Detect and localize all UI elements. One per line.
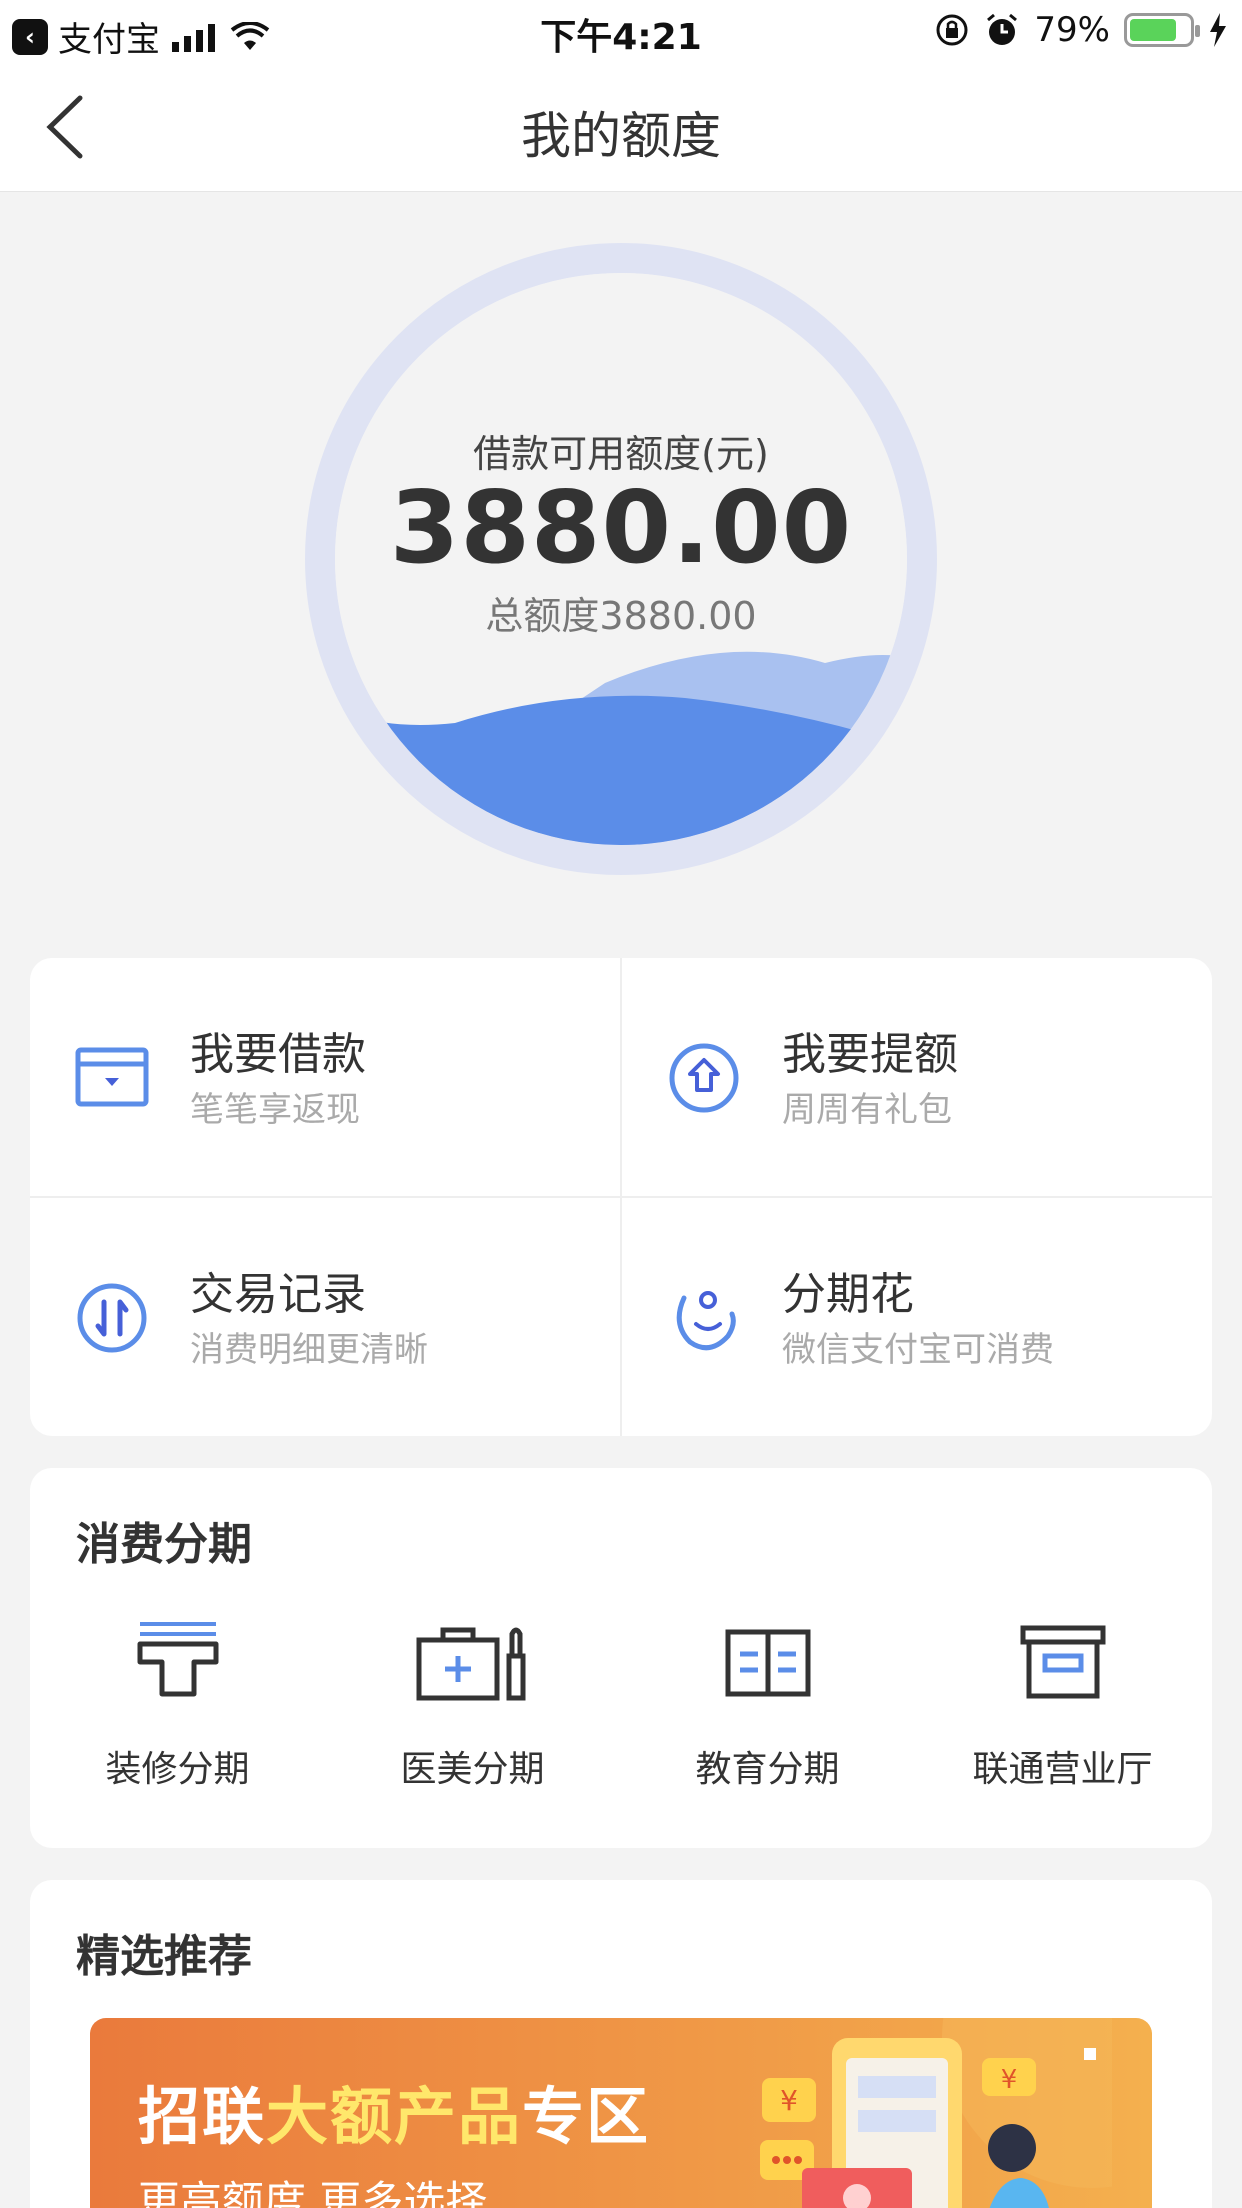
recommend-section: 精选推荐 招联大额产品专区 更高额度 更多选择 ¥ ¥ [30,1880,1212,2208]
medical-kit-icon [416,1627,525,1701]
charging-icon [1210,13,1226,47]
action-title: 我要借款 [190,1029,366,1080]
medical-beauty-installment[interactable]: 医美分期 [325,1618,620,1818]
arrow-up-circle-icon [669,1043,739,1113]
renovation-installment[interactable]: 装修分期 [30,1618,325,1818]
credit-ring: 借款可用额度(元) 3880.00 总额度3880.00 [305,243,937,875]
action-subtitle: 周周有礼包 [782,1090,952,1130]
section-title: 精选推荐 [76,1931,252,1982]
action-title: 交易记录 [190,1269,366,1320]
transactions-action[interactable]: 交易记录 消费明细更清晰 [30,1198,620,1437]
smile-moon-icon [676,1291,736,1351]
card-icon [75,1047,149,1107]
action-grid: 我要借款 笔笔享返现 我要提额 周周有礼包 交易记录 消费明细更清晰 分期花 微… [30,958,1212,1436]
paint-roller-icon [137,1622,218,1697]
battery-percent: 79% [1034,10,1110,50]
status-bar: ‹ 支付宝 下午4:21 79% [0,0,1242,62]
svg-text:¥: ¥ [1001,2065,1018,2095]
alarm-icon [987,13,1018,45]
promo-banner[interactable]: 招联大额产品专区 更高额度 更多选择 ¥ ¥ [90,2018,1152,2208]
action-subtitle: 笔笔享返现 [190,1090,360,1130]
installment-section: 消费分期 装修分期 医美分期 教育分期 联通营业厅 [30,1468,1212,1848]
installment-label: 医美分期 [400,1749,545,1790]
installment-label: 教育分期 [695,1749,840,1790]
action-subtitle: 微信支付宝可消费 [782,1330,1054,1370]
available-amount: 3880.00 [389,469,853,586]
raise-limit-action[interactable]: 我要提额 周周有礼包 [622,958,1212,1197]
nav-bar: 我的额度 [0,62,1242,192]
section-title: 消费分期 [76,1519,252,1570]
education-installment[interactable]: 教育分期 [620,1618,915,1818]
battery-icon [1124,13,1200,47]
action-title: 我要提额 [782,1029,958,1080]
installment-label: 装修分期 [105,1749,250,1790]
unicom-store-installment[interactable]: 联通营业厅 [915,1618,1210,1818]
borrow-action[interactable]: 我要借款 笔笔享返现 [30,958,620,1197]
status-right: 79% [934,10,1228,50]
action-subtitle: 消费明细更清晰 [190,1330,428,1370]
banner-subtitle: 更高额度 更多选择 [138,2177,488,2208]
action-title: 分期花 [782,1269,914,1320]
installment-spend-action[interactable]: 分期花 微信支付宝可消费 [622,1198,1212,1437]
transfer-circle-icon [77,1283,147,1353]
book-icon [725,1629,810,1697]
page-title: 我的额度 [521,107,721,165]
phone-illustration: ¥ ¥ [760,2018,1112,2208]
total-credit: 总额度3880.00 [485,594,757,638]
installment-label: 联通营业厅 [972,1749,1153,1790]
store-box-icon [1020,1625,1105,1699]
svg-text:¥: ¥ [780,2084,798,2117]
banner-title: 招联大额产品专区 [138,2080,651,2153]
orientation-lock-icon [936,14,968,46]
